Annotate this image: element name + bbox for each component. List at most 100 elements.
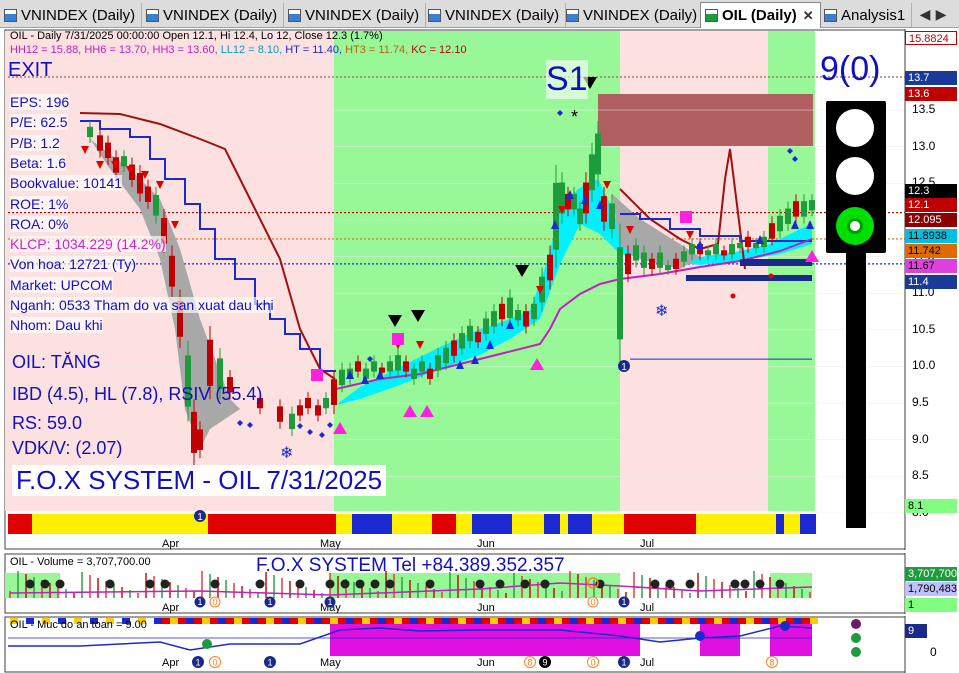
safety-strip-cell <box>250 618 258 624</box>
safety-axis-zero: 0 <box>930 645 937 659</box>
status-strip-cell <box>456 514 464 534</box>
safety-strip-cell <box>458 618 466 624</box>
candle-body <box>769 223 775 239</box>
candle-body <box>105 142 111 158</box>
status-strip-cell <box>480 514 488 534</box>
candle-body <box>97 135 103 151</box>
status-strip-cell <box>144 514 152 534</box>
status-strip-cell <box>136 514 144 534</box>
status-strip-cell <box>528 514 536 534</box>
safety-strip-cell <box>682 618 690 624</box>
status-strip-cell <box>256 514 264 534</box>
status-strip-cell <box>768 514 776 534</box>
price-tag-label: 12.095 <box>905 213 957 227</box>
candle-body <box>595 133 601 175</box>
safety-strip-cell <box>234 618 242 624</box>
tab-vnindex-daily-2[interactable]: VNINDEX (Daily) <box>284 3 427 27</box>
status-strip-cell <box>32 514 40 534</box>
volume-dot-marker <box>55 579 65 589</box>
status-strip-cell <box>448 514 456 534</box>
status-strip-cell <box>184 514 192 534</box>
month-label: Jun <box>477 538 495 550</box>
candle-body <box>435 355 441 371</box>
month-label: Jul <box>640 538 655 550</box>
tab-oil-daily-5[interactable]: OIL (Daily) ✕ <box>700 2 821 28</box>
candle-body <box>403 361 409 372</box>
candle-body <box>547 254 553 281</box>
status-strip-cell <box>368 514 376 534</box>
chart-tab-bar: VNINDEX (Daily) VNINDEX (Daily) VNINDEX (D… <box>0 0 959 28</box>
status-strip-cell <box>648 514 656 534</box>
candle-body <box>689 244 695 255</box>
fox-system-title: F.O.X SYSTEM - OIL 7/31/2025 <box>12 465 387 496</box>
safety-strip-cell <box>378 618 386 624</box>
candle-body <box>793 201 799 217</box>
status-strip-cell <box>392 514 400 534</box>
fundamental-p-e: P/E: 62.5 <box>10 114 68 131</box>
tab-scroll-left-icon[interactable]: ◀ <box>918 4 932 24</box>
status-strip-cell <box>248 514 256 534</box>
candle-body <box>483 318 489 334</box>
status-strip-cell <box>328 514 336 534</box>
kc-value: KC = 12.10 <box>411 44 467 56</box>
safety-strip-cell <box>410 618 418 624</box>
safety-strip-cell <box>442 618 450 624</box>
safety-strip-cell <box>346 618 354 624</box>
price-tag-label: 15.8824 <box>905 31 957 45</box>
status-strip-cell <box>512 514 520 534</box>
tab-vnindex-daily-0[interactable]: VNINDEX (Daily) <box>0 3 143 27</box>
candle-body <box>315 405 321 416</box>
status-strip-cell <box>440 514 448 534</box>
safety-month-label: Jun <box>477 657 495 669</box>
red-dot-marker <box>768 273 774 279</box>
status-strip-cell <box>776 514 784 534</box>
volume-dot-marker <box>40 579 50 589</box>
tab-scroll-right-icon[interactable]: ▶ <box>934 4 948 24</box>
tab-vnindex-daily-4[interactable]: VNINDEX (Daily) <box>562 3 705 27</box>
fundamental-beta: Beta: 1.6 <box>10 154 67 171</box>
red-dot-marker <box>730 293 736 299</box>
candle-body <box>443 347 449 364</box>
price-tag-label: 11.8938 <box>905 229 957 243</box>
safety-month-label: May <box>320 657 341 669</box>
volume-month-label: Apr <box>162 602 179 614</box>
status-strip-cell <box>728 514 736 534</box>
status-strip-cell <box>424 514 432 534</box>
status-strip-cell <box>288 514 296 534</box>
safety-strip-cell <box>202 618 210 624</box>
candle-body <box>721 250 727 256</box>
status-strip-cell <box>736 514 744 534</box>
volume-dot-marker <box>145 579 155 589</box>
status-strip-cell <box>120 514 128 534</box>
safety-strip-cell <box>618 618 626 624</box>
safety-status-dot <box>851 619 861 629</box>
traffic-light-lamp-center <box>847 218 863 234</box>
candle-body <box>331 379 337 405</box>
tab-vnindex-daily-3[interactable]: VNINDEX (Daily) <box>424 3 567 27</box>
safety-value-tag: 9 <box>905 624 927 638</box>
safety-strip-cell <box>650 618 658 624</box>
safety-strip-cell <box>794 618 802 624</box>
tab-vnindex-daily-1[interactable]: VNINDEX (Daily) <box>142 3 285 27</box>
traffic-light-top-lamp <box>836 109 874 147</box>
candle-body <box>419 361 425 372</box>
status-strip-cell <box>752 514 760 534</box>
close-tab-icon[interactable]: ✕ <box>803 8 814 24</box>
status-strip-cell <box>80 514 88 534</box>
tab-label: VNINDEX (Daily) <box>21 6 136 24</box>
status-strip-cell <box>496 514 504 534</box>
status-strip-cell <box>608 514 616 534</box>
candle-body <box>197 429 203 450</box>
candle-body <box>589 154 595 191</box>
status-strip-cell <box>472 514 480 534</box>
tab-analysis1-6[interactable]: Analysis1 <box>820 3 913 27</box>
vnindex-tab-icon <box>566 8 579 22</box>
safety-strip-cell <box>266 618 274 624</box>
volume-dot-marker <box>685 579 695 589</box>
status-strip-cell <box>704 514 712 534</box>
safety-strip-cell <box>154 618 162 624</box>
volume-dot-marker <box>105 579 115 589</box>
candle-body <box>499 303 505 320</box>
safety-strip-cell <box>170 618 178 624</box>
status-strip-cell <box>64 514 72 534</box>
